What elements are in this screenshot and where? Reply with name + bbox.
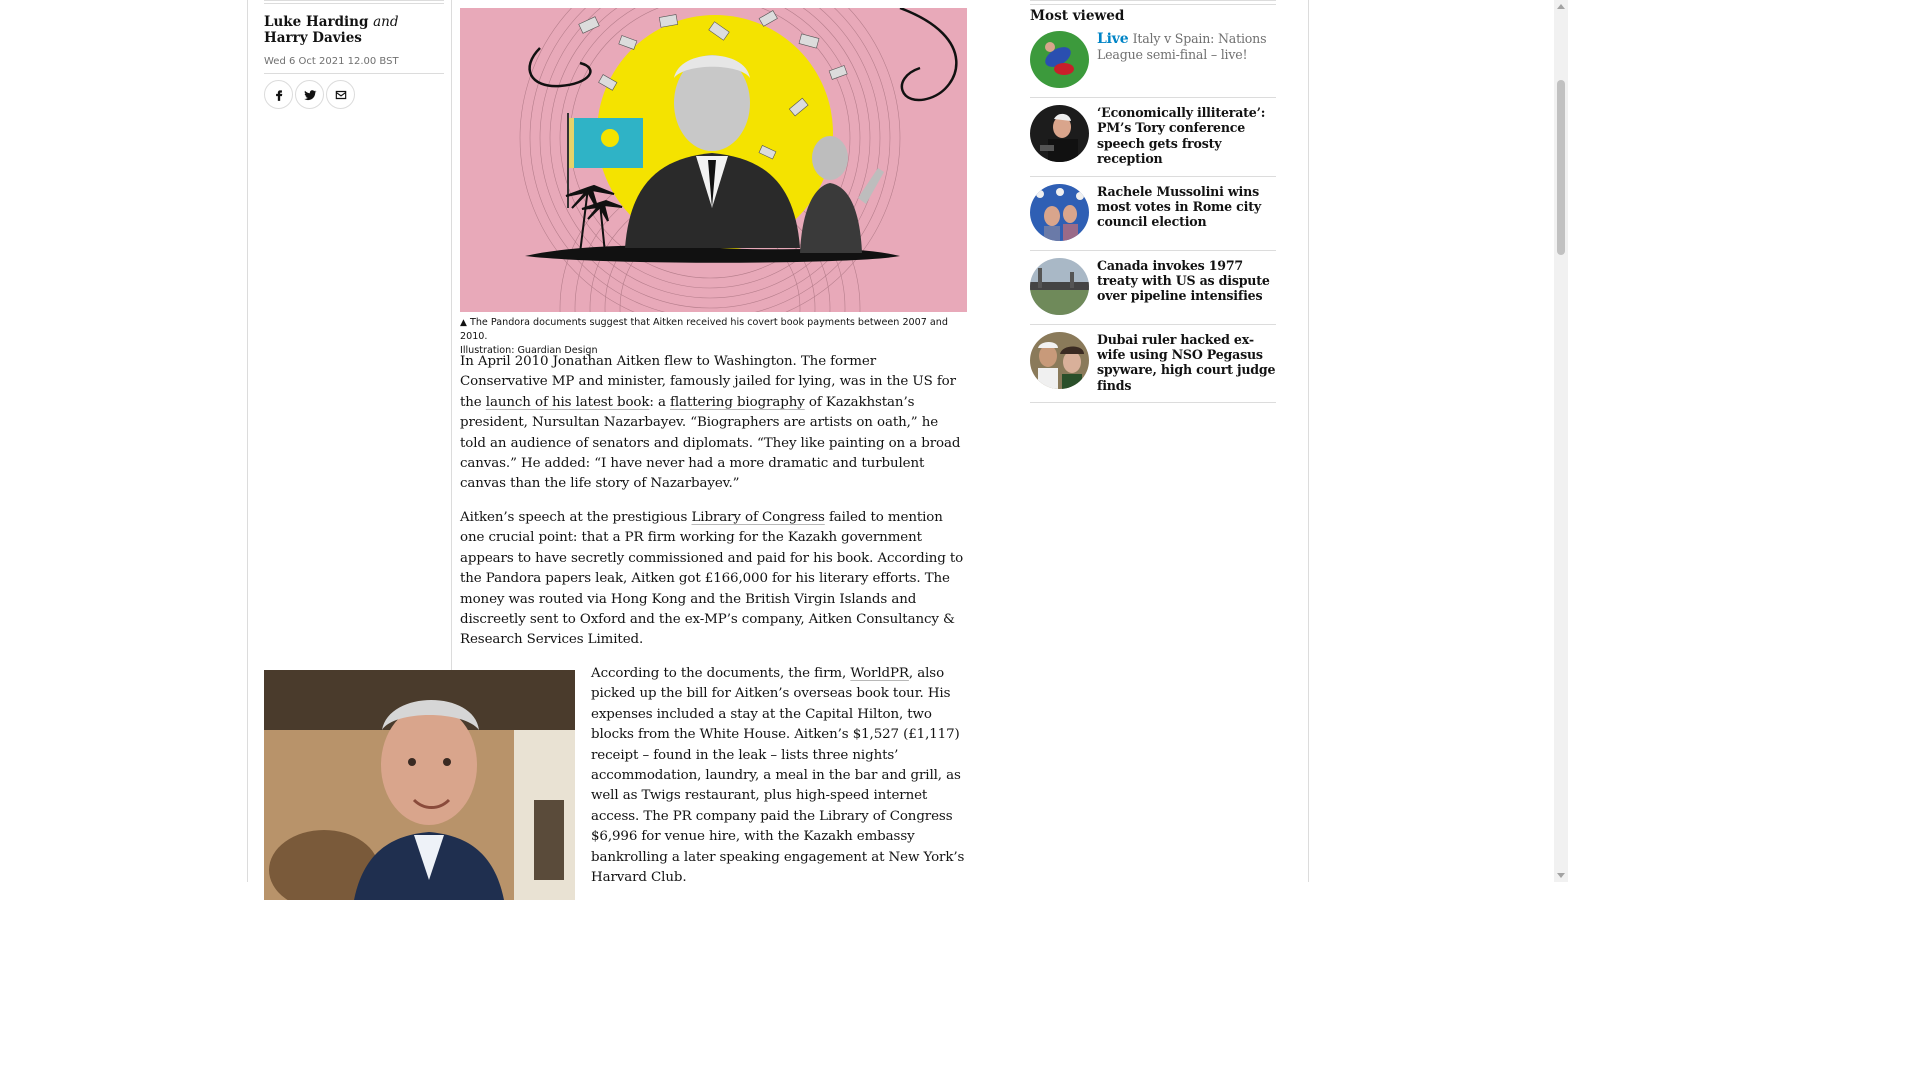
thumbnail [1030, 331, 1089, 389]
facebook-icon [275, 89, 282, 101]
most-viewed-item[interactable]: Canada invokes 1977 treaty with US as di… [1030, 251, 1276, 325]
share-twitter-button[interactable] [295, 80, 324, 109]
paragraph-text: , also picked up the bill for Aitken’s o… [591, 666, 965, 886]
share-buttons [264, 80, 444, 109]
left-column-border [247, 0, 248, 882]
most-viewed-panel: Most viewed Live Italy v Spain: Nations … [1030, 0, 1276, 404]
most-viewed-item[interactable]: ‘Economically illiterate’: PM’s Tory con… [1030, 98, 1276, 177]
meta-rule [264, 0, 444, 1]
aitken-photo [264, 670, 575, 900]
paragraph-text: According to the documents, the firm, [591, 666, 851, 681]
paragraph-text: failed to mention one crucial point: tha… [460, 510, 964, 648]
paragraph-text: : a [649, 394, 671, 410]
hero-artwork [519, 8, 958, 312]
most-viewed-item[interactable]: Dubai ruler hacked ex-wife using NSO Peg… [1030, 325, 1276, 404]
most-viewed-title: Most viewed [1030, 8, 1125, 24]
most-viewed-headline: Live Italy v Spain: Nations League semi-… [1097, 31, 1276, 88]
article-paragraph: According to the documents, the firm, Wo… [591, 664, 967, 888]
scroll-up-arrow-icon[interactable] [1557, 4, 1565, 9]
aitken-portrait [264, 670, 575, 900]
author-link[interactable]: Luke Harding [264, 14, 368, 30]
email-icon [335, 90, 346, 99]
thumbnail [1030, 257, 1089, 315]
thumbnail [1030, 31, 1089, 88]
worldpr-link[interactable]: WorldPR [850, 666, 909, 681]
share-email-button[interactable] [326, 80, 355, 109]
caption-text: The Pandora documents suggest that Aitke… [460, 317, 948, 342]
meta-column-border [451, 0, 452, 670]
byline-and: and [373, 14, 399, 30]
article-paragraph: In April 2010 Jonathan Aitken flew to Wa… [460, 352, 967, 495]
biography-link[interactable]: flattering biography [670, 395, 805, 410]
right-column-border [1308, 0, 1309, 882]
paragraph-text: Aitken’s speech at the prestigious [460, 510, 692, 525]
book-launch-link[interactable]: launch of his latest book [486, 395, 650, 410]
thumbnail [1030, 105, 1089, 162]
twitter-icon [303, 89, 316, 100]
most-viewed-item[interactable]: Rachele Mussolini wins most votes in Rom… [1030, 177, 1276, 251]
most-viewed-headline: Canada invokes 1977 treaty with US as di… [1097, 257, 1270, 304]
scroll-down-arrow-icon[interactable] [1557, 873, 1565, 878]
most-viewed-rules [1030, 0, 1276, 5]
article-meta: Luke Harding and Harry Davies Wed 6 Oct … [264, 0, 444, 109]
most-viewed-headline: ‘Economically illiterate’: PM’s Tory con… [1097, 105, 1266, 167]
caption-triangle-icon: ▲ [460, 318, 467, 328]
share-facebook-button[interactable] [264, 80, 293, 109]
author-link[interactable]: Harry Davies [264, 30, 362, 46]
hero-illustration [460, 8, 967, 312]
most-viewed-headline: Dubai ruler hacked ex-wife using NSO Peg… [1097, 331, 1276, 393]
article-paragraph: Aitken’s speech at the prestigious Libra… [460, 508, 967, 651]
meta-rule [264, 3, 444, 4]
page-scrollbar[interactable] [1554, 0, 1568, 882]
most-viewed-item[interactable]: Live Italy v Spain: Nations League semi-… [1030, 24, 1276, 98]
dateline: Wed 6 Oct 2021 12.00 BST [264, 56, 444, 74]
scrollbar-thumb[interactable] [1557, 80, 1565, 255]
thumbnail [1030, 183, 1089, 241]
live-kicker: Live [1097, 31, 1129, 47]
library-of-congress-link[interactable]: Library of Congress [691, 510, 824, 525]
most-viewed-headline: Rachele Mussolini wins most votes in Rom… [1097, 183, 1261, 230]
byline: Luke Harding and Harry Davies [264, 14, 444, 46]
